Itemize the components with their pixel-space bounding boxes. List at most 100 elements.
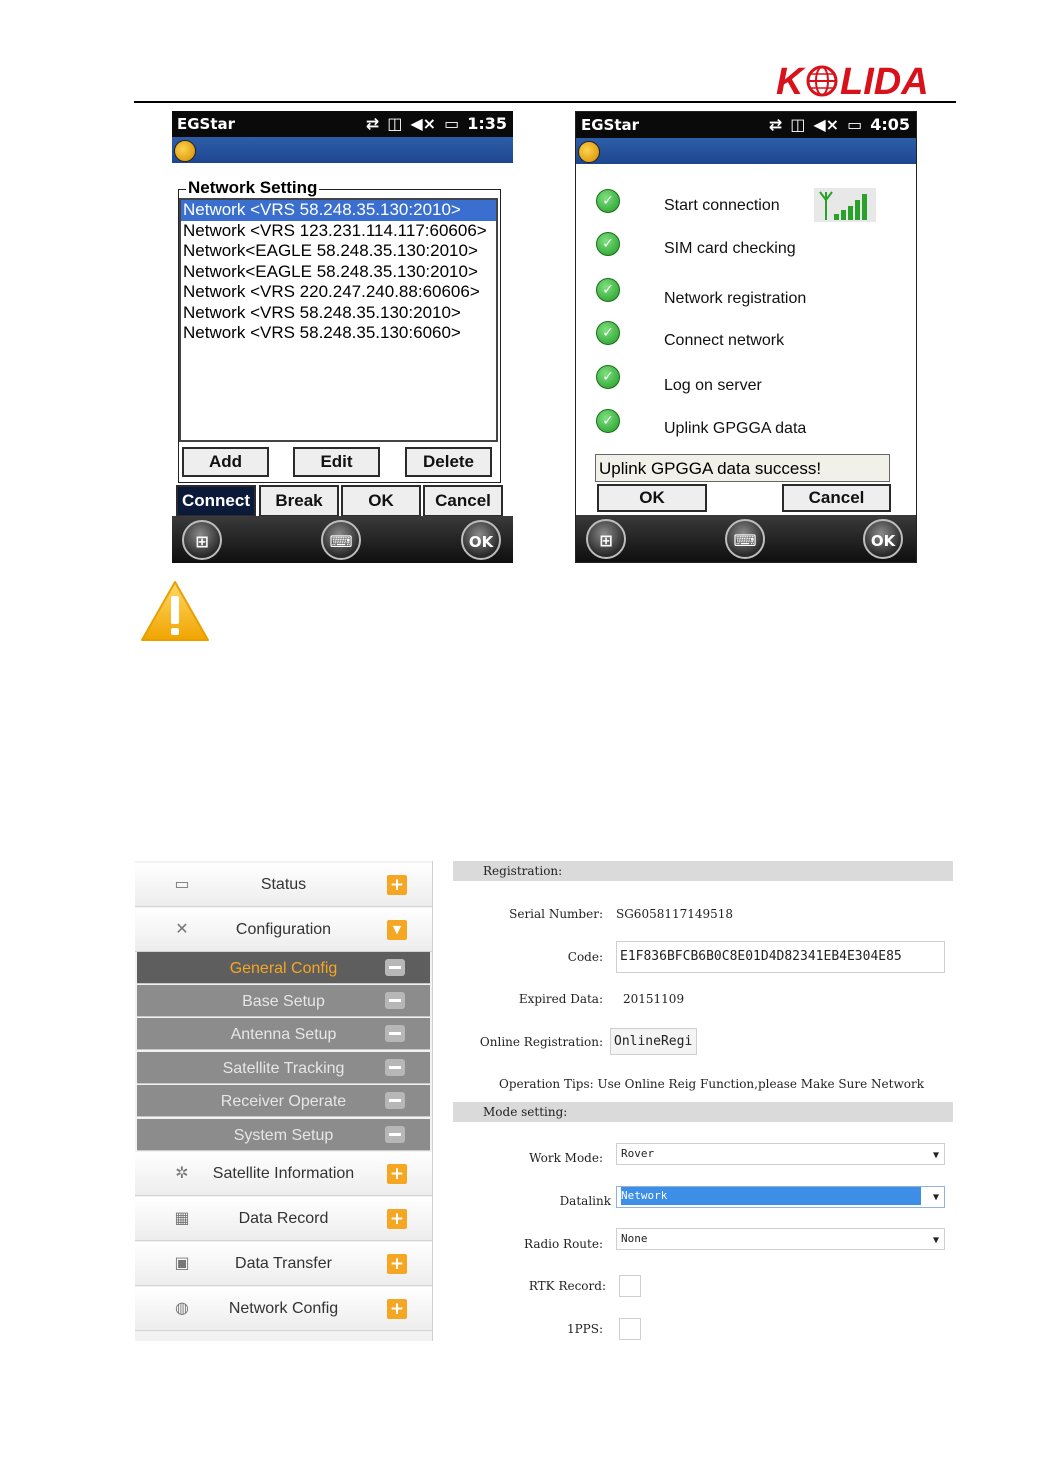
no-sim-icon[interactable]: ◫ [790,115,805,134]
network-list[interactable]: Network <VRS 58.248.35.130:2010> Network… [179,198,498,442]
list-item[interactable]: Network <VRS 220.247.240.88:60606> [181,282,496,303]
sidebar-subitem-system-setup[interactable]: System Setup [137,1119,430,1151]
battery-icon[interactable]: ▭ [847,115,862,134]
minus-icon [385,959,405,976]
check-icon: ✓ [596,409,620,433]
web-config-panel: ▭ Status + ✕ Configuration ▼ General Con… [135,861,953,1341]
sidebar-subitem-receiver-operate[interactable]: Receiver Operate [137,1085,430,1117]
data-transfer-icon[interactable]: ⇄ [366,114,379,133]
expand-icon[interactable]: + [387,875,407,895]
expand-icon[interactable]: + [387,1164,407,1184]
status-message: Uplink GPGGA data success! [595,454,890,482]
pps-checkbox[interactable] [619,1318,641,1340]
work-mode-select[interactable]: Rover ▼ [616,1143,945,1165]
sidebar-subitem-general-config[interactable]: General Config [137,952,430,984]
left-phone-screen: EGStar ⇄ ◫ ◀× ▭ 1:35 Network Setting Net… [172,111,513,563]
status-bar: EGStar ⇄ ◫ ◀× ▭ 4:05 [576,112,916,138]
work-mode-label: Work Mode: [529,1151,603,1165]
ok-button[interactable]: OK [597,484,707,512]
connect-button[interactable]: Connect [176,485,256,517]
expand-icon[interactable]: + [387,1209,407,1229]
svg-text:LIDA: LIDA [840,61,929,100]
taskbar: ⊞ ⌨ OK [172,516,513,563]
list-item[interactable]: Network<EAGLE 58.248.35.130:2010> [181,241,496,262]
mute-icon[interactable]: ◀× [410,114,436,133]
taskbar-ok-button[interactable]: OK [863,519,903,559]
cancel-button[interactable]: Cancel [782,484,891,512]
add-button[interactable]: Add [182,447,269,477]
windows-start-icon[interactable]: ⊞ [182,520,222,560]
datalink-label: Datalink [559,1194,611,1208]
operation-tips: Operation Tips: Use Online Reig Function… [499,1077,924,1091]
sidebar: ▭ Status + ✕ Configuration ▼ General Con… [135,861,433,1341]
sidebar-item-configuration[interactable]: ✕ Configuration ▼ [135,908,432,952]
sidebar-item-satellite-information[interactable]: ✲ Satellite Information + [135,1152,432,1196]
break-button[interactable]: Break [259,485,339,517]
rtk-record-label: RTK Record: [528,1279,606,1293]
datalink-select[interactable]: Network ▼ [616,1186,945,1208]
list-item[interactable]: Network <VRS 123.231.114.117:60606> [181,221,496,242]
sidebar-item-status[interactable]: ▭ Status + [135,863,432,907]
step-sim-card: ✓ SIM card checking [596,232,896,260]
taskbar-ok-button[interactable]: OK [461,520,501,560]
list-item[interactable]: Network<EAGLE 58.248.35.130:2010> [181,262,496,283]
keyboard-icon[interactable]: ⌨ [321,520,361,560]
status-bar: EGStar ⇄ ◫ ◀× ▭ 1:35 [172,111,513,137]
sidebar-item-network-config[interactable]: ◍ Network Config + [135,1287,432,1331]
ok-button[interactable]: OK [341,485,421,517]
online-regi-button[interactable]: OnlineRegi [610,1028,697,1055]
title-bar [172,137,513,163]
section-title: Registration: [483,864,563,878]
radio-route-select[interactable]: None ▼ [616,1228,945,1250]
code-input[interactable]: E1F836BFCB6B0C8E01D4D82341EB4E304E85 [616,941,945,973]
chevron-down-icon: ▼ [932,1235,939,1246]
app-title: EGStar [581,116,640,134]
windows-start-icon[interactable]: ⊞ [586,519,626,559]
step-label: SIM card checking [664,240,796,257]
app-logo-icon [174,140,196,162]
sidebar-subitem-satellite-tracking[interactable]: Satellite Tracking [137,1052,430,1084]
no-sim-icon[interactable]: ◫ [387,114,402,133]
minus-icon [385,1025,405,1042]
serial-number-value: SG6058117149518 [616,907,734,921]
header-rule [134,101,956,103]
expired-data-value: 20151109 [623,992,685,1006]
step-label: Network registration [664,290,807,307]
sidebar-item-data-transfer[interactable]: ▣ Data Transfer + [135,1242,432,1286]
right-phone-screen: EGStar ⇄ ◫ ◀× ▭ 4:05 ✓ Start connection … [575,111,917,563]
brand-logo: K LIDA [774,60,946,100]
sidebar-subitem-antenna-setup[interactable]: Antenna Setup [137,1018,430,1050]
step-label: Log on server [664,377,762,394]
minus-icon [385,1059,405,1076]
expand-icon[interactable]: + [387,1254,407,1274]
chevron-down-icon: ▼ [932,1150,939,1161]
rtk-record-checkbox[interactable] [619,1275,641,1297]
section-title: Mode setting: [483,1105,568,1119]
title-bar [576,138,916,164]
step-label: Start connection [664,197,780,214]
list-item[interactable]: Network <VRS 58.248.35.130:2010> [181,200,496,221]
check-icon: ✓ [596,189,620,213]
list-item[interactable]: Network <VRS 58.248.35.130:6060> [181,323,496,344]
sidebar-item-data-record[interactable]: ▦ Data Record + [135,1197,432,1241]
edit-button[interactable]: Edit [293,447,380,477]
data-transfer-icon[interactable]: ⇄ [769,115,782,134]
battery-icon[interactable]: ▭ [444,114,459,133]
step-connect-network: ✓ Connect network [596,321,896,349]
check-icon: ✓ [596,278,620,302]
clock[interactable]: 4:05 [870,115,910,134]
sidebar-subitem-base-setup[interactable]: Base Setup [137,985,430,1017]
step-network-registration: ✓ Network registration [596,278,896,307]
expand-icon[interactable]: + [387,1299,407,1319]
collapse-icon[interactable]: ▼ [387,920,407,940]
list-item[interactable]: Network <VRS 58.248.35.130:2010> [181,303,496,324]
step-label: Connect network [664,332,785,349]
mute-icon[interactable]: ◀× [813,115,839,134]
warning-icon [140,580,210,648]
keyboard-icon[interactable]: ⌨ [725,519,765,559]
registration-section-header: Registration: [453,861,953,881]
delete-button[interactable]: Delete [405,447,492,477]
clock[interactable]: 1:35 [467,114,507,133]
cancel-button[interactable]: Cancel [423,485,503,517]
signal-strength-icon [814,188,876,222]
